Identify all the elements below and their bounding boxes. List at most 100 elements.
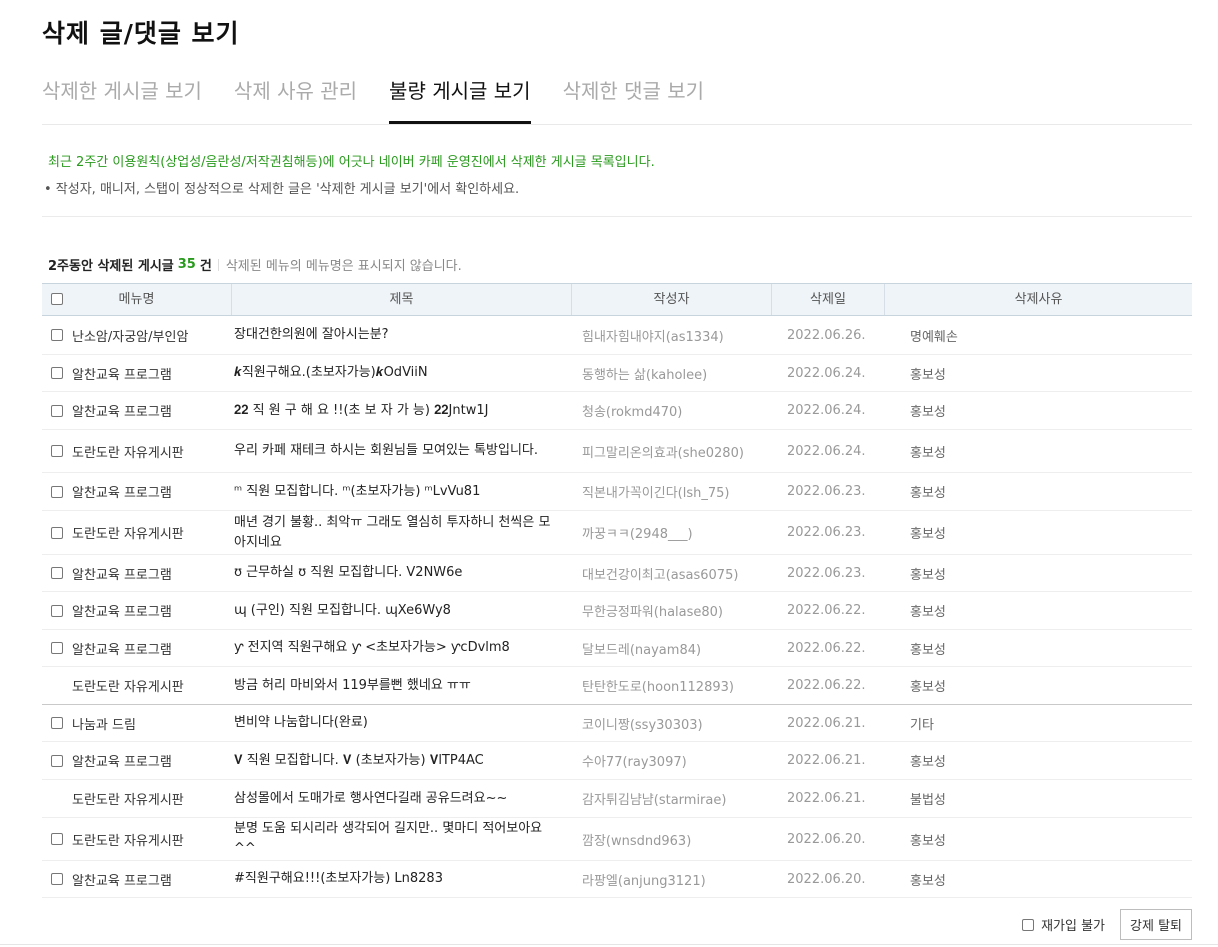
table-row: 알찬교육 프로그램 ʊ 근무하실 ʊ 직원 모집합니다. V2NW6e 대보건강…: [42, 555, 1192, 592]
row-reason: 홍보성: [910, 405, 946, 420]
row-menu: 도란도란 자유게시판: [72, 445, 184, 461]
row-date: 2022.06.20.: [787, 831, 866, 847]
row-reason: 홍보성: [910, 833, 946, 849]
row-author[interactable]: 대보건강이최고(asas6075): [572, 564, 772, 583]
row-title-link[interactable]: 장대건한의원에 잘아시는분?: [232, 325, 572, 345]
kick-member-button[interactable]: 강제 탈퇴: [1120, 909, 1192, 940]
tab-deleted-comments[interactable]: 삭제한 댓글 보기: [563, 74, 705, 124]
row-menu: 도란도란 자유게시판: [72, 833, 184, 849]
header-menu: 메뉴명: [42, 284, 232, 315]
row-date: 2022.06.23.: [787, 484, 866, 499]
row-menu: 알찬교육 프로그램: [72, 605, 172, 620]
row-title-link[interactable]: ᵐ 직원 모집합니다. ᵐ(초보자가능) ᵐLvVu81: [232, 482, 572, 502]
row-author[interactable]: 무한긍정파워(halase80): [572, 601, 772, 620]
tab-delete-reasons[interactable]: 삭제 사유 관리: [234, 74, 357, 124]
row-title-link[interactable]: #직원구해요!!!(초보자가능) Ln8283: [232, 869, 572, 889]
row-checkbox[interactable]: [51, 526, 63, 539]
row-title-link[interactable]: 우리 카페 재테크 하시는 회원님들 모여있는 톡방입니다.: [232, 441, 572, 461]
row-checkbox[interactable]: [51, 642, 63, 654]
deleted-posts-table: 메뉴명 제목 작성자 삭제일 삭제사유 난소암/자궁암/부인암 장대건한의원에 …: [42, 283, 1192, 898]
row-title-link[interactable]: ƴ 전지역 직원구해요 ƴ <초보자가능> ƴcDvlm8: [232, 638, 572, 658]
row-checkbox[interactable]: [51, 604, 63, 617]
row-reason: 명예훼손: [910, 329, 958, 345]
row-menu: 도란도란 자유게시판: [72, 793, 184, 808]
row-title-link[interactable]: 매년 경기 불황.. 최악ㅠ 그래도 열심히 투자하니 천씩은 모아지네요: [232, 513, 572, 553]
row-checkbox[interactable]: [51, 873, 63, 885]
row-checkbox[interactable]: [51, 485, 63, 498]
row-checkbox[interactable]: [51, 445, 63, 457]
row-author[interactable]: 코이니짱(ssy30303): [572, 714, 772, 733]
row-date: 2022.06.24.: [787, 443, 866, 459]
row-author[interactable]: 까꿍ㅋㅋ(2948___): [572, 523, 772, 542]
row-title-link[interactable]: 삼성몰에서 도매가로 행사연다길래 공유드려요~~: [232, 789, 572, 809]
row-checkbox[interactable]: [51, 567, 63, 579]
row-reason: 홍보성: [910, 445, 946, 461]
table-row: 나눔과 드림 변비약 나눔합니다(완료) 코이니짱(ssy30303) 2022…: [42, 705, 1192, 742]
select-all-checkbox[interactable]: [51, 293, 63, 305]
header-title: 제목: [232, 284, 572, 315]
table-row: 난소암/자궁암/부인암 장대건한의원에 잘아시는분? 힘내자힘내야지(as133…: [42, 316, 1192, 355]
row-title-link[interactable]: ʊ 근무하실 ʊ 직원 모집합니다. V2NW6e: [232, 563, 572, 583]
row-date: 2022.06.24.: [787, 365, 866, 381]
row-date: 2022.06.24.: [787, 403, 866, 418]
row-date: 2022.06.21.: [787, 753, 866, 768]
table-row: 알찬교육 프로그램 𝒌직원구해요.(초보자가능)𝒌OdViiN 동행하는 삶(k…: [42, 355, 1192, 392]
row-checkbox[interactable]: [51, 404, 63, 417]
row-author[interactable]: 달보드레(nayam84): [572, 639, 772, 658]
row-checkbox[interactable]: [51, 329, 63, 341]
table-footer: 재가입 불가 강제 탈퇴: [1022, 909, 1192, 940]
row-menu: 나눔과 드림: [72, 717, 136, 733]
row-reason: 홍보성: [910, 680, 946, 695]
row-author[interactable]: 동행하는 삶(kaholee): [572, 364, 772, 383]
row-reason: 홍보성: [910, 755, 946, 770]
table-header: 메뉴명 제목 작성자 삭제일 삭제사유: [42, 283, 1192, 316]
tab-bar: 삭제한 게시글 보기 삭제 사유 관리 불량 게시글 보기 삭제한 댓글 보기: [42, 74, 736, 124]
row-date: 2022.06.20.: [787, 871, 866, 887]
row-author[interactable]: 깜장(wnsdnd963): [572, 830, 772, 849]
row-checkbox[interactable]: [51, 717, 63, 729]
row-author[interactable]: 감자튀김냠냠(starmirae): [572, 789, 772, 808]
row-checkbox[interactable]: [51, 754, 63, 767]
tab-divider: [42, 124, 1192, 125]
row-author[interactable]: 힘내자힘내야지(as1334): [572, 326, 772, 345]
row-title-link[interactable]: 분명 도움 되시리라 생각되어 길지만.. 몇마디 적어보아요^^: [232, 819, 572, 859]
notice-sub: • 작성자, 매니저, 스탭이 정상적으로 삭제한 글은 '삭제한 게시글 보기…: [44, 182, 520, 197]
row-date: 2022.06.22.: [787, 603, 866, 618]
table-row: 도란도란 자유게시판 매년 경기 불황.. 최악ㅠ 그래도 열심히 투자하니 천…: [42, 511, 1192, 555]
row-title-link[interactable]: ɰ (구인) 직원 모집합니다. ɰXe6Wy8: [232, 601, 572, 621]
row-title-link[interactable]: 방금 허리 마비와서 119부를뻔 했네요 ㅠㅠ: [232, 676, 572, 696]
row-menu: 도란도란 자유게시판: [72, 527, 184, 542]
row-date: 2022.06.23.: [787, 525, 866, 540]
tab-bad-posts[interactable]: 불량 게시글 보기: [389, 74, 531, 124]
row-checkbox[interactable]: [51, 367, 63, 379]
header-reason: 삭제사유: [1014, 292, 1063, 307]
rejoin-block-label[interactable]: 재가입 불가: [1041, 915, 1105, 934]
row-reason: 홍보성: [910, 486, 946, 501]
row-menu: 도란도란 자유게시판: [72, 680, 184, 695]
rejoin-block-checkbox[interactable]: [1022, 918, 1035, 931]
row-menu: 알찬교육 프로그램: [72, 642, 172, 658]
summary-desc: 삭제된 메뉴의 메뉴명은 표시되지 않습니다.: [225, 259, 462, 274]
row-title-link[interactable]: 𝒌직원구해요.(초보자가능)𝒌OdViiN: [232, 363, 572, 383]
row-title-link[interactable]: 변비약 나눔합니다(완료): [232, 713, 572, 733]
table-row: 알찬교육 프로그램 ƴ 전지역 직원구해요 ƴ <초보자가능> ƴcDvlm8 …: [42, 630, 1192, 667]
row-checkbox[interactable]: [51, 833, 63, 845]
row-author[interactable]: 직본내가꼭이긴다(lsh_75): [572, 482, 772, 501]
header-menu-label: 메뉴명: [118, 292, 155, 307]
row-menu: 알찬교육 프로그램: [72, 486, 172, 501]
row-author[interactable]: 청송(rokmd470): [572, 401, 772, 420]
row-author[interactable]: 탄탄한도로(hoon112893): [572, 676, 772, 695]
row-reason: 홍보성: [910, 873, 946, 889]
row-title-link[interactable]: 𝐕 직원 모집합니다. 𝐕 (초보자가능) 𝐕lTP4AC: [232, 751, 572, 771]
row-title-link[interactable]: 𝟐𝟐 직 원 구 해 요 !!(초 보 자 가 능) 𝟐𝟐Jntw1J: [232, 401, 572, 421]
table-row: 알찬교육 프로그램 ᵐ 직원 모집합니다. ᵐ(초보자가능) ᵐLvVu81 직…: [42, 473, 1192, 511]
table-row: 도란도란 자유게시판 분명 도움 되시리라 생각되어 길지만.. 몇마디 적어보…: [42, 818, 1192, 861]
row-menu: 알찬교육 프로그램: [72, 405, 172, 420]
row-author[interactable]: 피그말리온의효과(she0280): [572, 442, 772, 461]
row-author[interactable]: 수아77(ray3097): [572, 751, 772, 770]
row-reason: 홍보성: [910, 527, 946, 542]
row-author[interactable]: 라팡엘(anjung3121): [572, 870, 772, 889]
tab-deleted-posts[interactable]: 삭제한 게시글 보기: [42, 74, 202, 124]
table-row: 도란도란 자유게시판 방금 허리 마비와서 119부를뻔 했네요 ㅠㅠ 탄탄한도…: [42, 667, 1192, 705]
table-row: 알찬교육 프로그램 𝐕 직원 모집합니다. 𝐕 (초보자가능) 𝐕lTP4AC …: [42, 742, 1192, 780]
